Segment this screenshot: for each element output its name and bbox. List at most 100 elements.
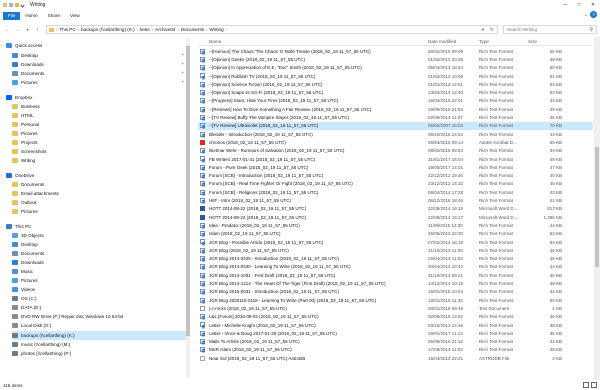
file-row[interactable]: j-c-rocks (2018_02_19 11_57_55 UTC) 28/01… [198,304,593,312]
file-row[interactable]: Blender - Introduction (2018_02_19 11_57… [198,130,593,138]
file-row[interactable]: JCR Blog 2014-1214 - The Heart Of The Ti… [198,279,593,287]
search-input[interactable]: Search Writing ⚲ [503,25,597,34]
file-row[interactable]: Forum [SCB] - Introduction (2018_02_19 1… [198,172,593,180]
file-row[interactable]: JCR Blog 2020115-0118 - Learning To Writ… [198,296,593,304]
file-row[interactable]: --[Opinion] Science Fiction (2018_02_19 … [198,80,593,88]
file-row[interactable]: JCR Blog 2014-0425 - Introduction (2018_… [198,255,593,263]
nav-item[interactable]: Documents [12,249,186,258]
minimize-icon[interactable]: — [558,0,572,10]
tab-file[interactable]: File [3,12,21,20]
folder-icon[interactable] [3,3,7,7]
up-arrow-icon[interactable]: ↑ [33,25,42,34]
nav-item[interactable]: backups (\\cellarthing) (K:) [12,331,186,340]
column-header-name[interactable]: Name [209,39,221,44]
file-row[interactable]: --[Opinion] In Appreciation of E.E. "Doc… [198,64,593,72]
refresh-icon[interactable]: ↻ [490,27,494,33]
close-icon[interactable]: ✕ [586,0,600,10]
file-row[interactable]: JCR Blog (2018_02_19 11_57_55 UTC) 31/10/… [198,246,593,254]
maximize-icon[interactable]: □ [572,0,586,10]
nav-item[interactable]: Screenshots [12,147,186,156]
chevron-right-icon[interactable]: › [1,95,2,100]
chevron-down-icon[interactable]: ▼ [481,27,485,32]
nav-item[interactable]: 3D Objects [12,231,186,240]
expand-ribbon-icon[interactable]: ⌄ [584,12,588,18]
file-row[interactable]: JCR Blog - Possible Article (2018_02_19 … [198,238,593,246]
forward-arrow-icon[interactable]: → [13,25,22,34]
recent-locations-icon[interactable]: ▼ [23,25,32,34]
nav-item[interactable]: › Quick access [1,41,186,50]
file-row[interactable]: Letter - Michelle Knight (2018_02_19 11_… [198,321,593,329]
nav-item[interactable]: Pictures [12,207,186,216]
nav-scrollbar-thumb[interactable] [186,46,190,336]
file-row[interactable]: L&L [Forum] 2016-08-02 (2018_02_19 11_57… [198,313,593,321]
breadcrumb-this-pc[interactable]: This PC [59,27,75,32]
nav-item[interactable]: photos (\\cellarthing) (P:) [12,349,186,358]
file-list-scrollbar-thumb[interactable] [595,147,599,267]
nav-item[interactable]: Pictures [12,78,186,87]
file-row[interactable]: MSR Islam (2018_02_19 11_57_55 UTC) 17/08… [198,346,593,354]
file-row[interactable]: --[Opinion] Geeks (2018_02_19 11_57_55 U… [198,55,593,63]
large-icons-view-icon[interactable] [591,382,597,388]
nav-item[interactable]: Outlook [12,198,186,207]
nav-item[interactable]: Documents [12,180,186,189]
nav-item[interactable]: › Dropbox [1,93,186,102]
file-row[interactable]: --[Opinion] Soaps vs Sci-Fi (2018_02_19 … [198,89,593,97]
nav-item[interactable]: Business [12,102,186,111]
file-row[interactable]: Forum [SCB] - Real Time Fighter Or Fight… [198,180,593,188]
nav-item[interactable]: Downloads [12,258,186,267]
nav-item[interactable]: music (\\cellarthing) (M:) [12,340,186,349]
file-row[interactable]: chronos (2018_02_19 11_57_55 UTC) 05/03/2… [198,138,593,146]
tab-home[interactable]: Home [20,12,42,20]
file-row[interactable]: --[Opinion] Rubbish TV (2018_02_19 11_57… [198,72,593,80]
nav-item[interactable]: Desktop [12,240,186,249]
nav-scrollbar[interactable] [186,38,190,378]
back-arrow-icon[interactable]: ← [3,25,12,34]
search-icon[interactable]: ⚲ [589,27,593,33]
file-row[interactable]: HOTT 2014-08-22 (2018_02_19 11_57_55 UTC… [198,205,593,213]
file-row[interactable]: JCR Blog 2014-0430 - Learning To Write (… [198,263,593,271]
nav-item[interactable]: Projects [12,138,186,147]
help-icon[interactable]: ? [590,11,597,18]
nav-item[interactable]: OS (C:) [12,294,186,303]
file-row[interactable]: FB Writers 2017-01-31 (2018_02_19 11_57_… [198,155,593,163]
file-row[interactable]: Mails To Artists (2018_02_19 11_57_55 UT… [198,338,593,346]
file-row[interactable]: Letter - Vince & Doug 2017-01-29 (2018_0… [198,329,593,337]
file-row[interactable]: Forum - Pure Geek (2018_02_19 11_57_55 U… [198,163,593,171]
nav-item[interactable]: Music [12,267,186,276]
nav-item[interactable]: Documents [12,69,186,78]
chevron-right-icon[interactable]: › [1,224,2,229]
file-row[interactable]: HOTT 2014-08-22 (2018_02_19 11_57_55 UTC… [198,213,593,221]
address-bar[interactable]: › This PC › backups (\\cellarthing) (K:)… [46,25,498,34]
nav-item[interactable]: Downloads [12,60,186,69]
chevron-right-icon[interactable]: › [1,173,2,178]
file-row[interactable]: Idea - Predator (2018_02_19 11_57_55 UTC… [198,221,593,229]
file-row[interactable]: Near Sol (2018_02_19 11_57_55 UTC).Astro… [198,354,593,362]
file-row[interactable]: HitF - Intro (2018_02_19 11_57_55 UTC) 06… [198,196,593,204]
breadcrumb-archive02[interactable]: Archive02 [155,27,175,32]
breadcrumb-writing[interactable]: Writing [209,27,223,32]
file-row[interactable]: JCR Blog 2015-0031 - Introduction (2018_… [198,288,593,296]
breadcrumb-keke[interactable]: keke [140,27,150,32]
file-row[interactable]: JCR Blog 2014-1031 - First Draft (2018_0… [198,271,593,279]
breadcrumb-documents[interactable]: Documents [181,27,204,32]
nav-item[interactable]: DVD RW Drive (F:) Repair disc Windows 10… [12,312,186,321]
nav-item[interactable]: Personal [12,120,186,129]
column-header-size[interactable]: Size [528,39,537,44]
details-view-icon[interactable] [583,382,589,388]
file-list-scrollbar[interactable] [594,37,600,380]
nav-item[interactable]: Email attachments [12,189,186,198]
column-header-date[interactable]: Date modified [428,39,456,44]
nav-item[interactable]: › OneDrive [1,171,186,180]
column-header-type[interactable]: Type [479,39,489,44]
chevron-right-icon[interactable]: › [1,43,2,48]
nav-item[interactable]: Pictures [12,129,186,138]
file-row[interactable]: --[TV Review] Ultraviolet (2018_02_19 11… [198,121,593,130]
nav-item[interactable]: Desktop [12,51,186,60]
chevron-down-icon[interactable] [20,2,25,8]
file-row[interactable]: --[Reviews] How To Give Something A Fair… [198,105,593,113]
file-row[interactable]: --[Progress] Stars, Hide Your Fires (201… [198,97,593,105]
tab-view[interactable]: View [65,12,85,20]
file-row[interactable]: Dietmar Wehr - Rumours of Salvation (201… [198,147,593,155]
nav-item[interactable]: Writing [12,156,186,165]
new-folder-icon[interactable] [15,3,19,7]
